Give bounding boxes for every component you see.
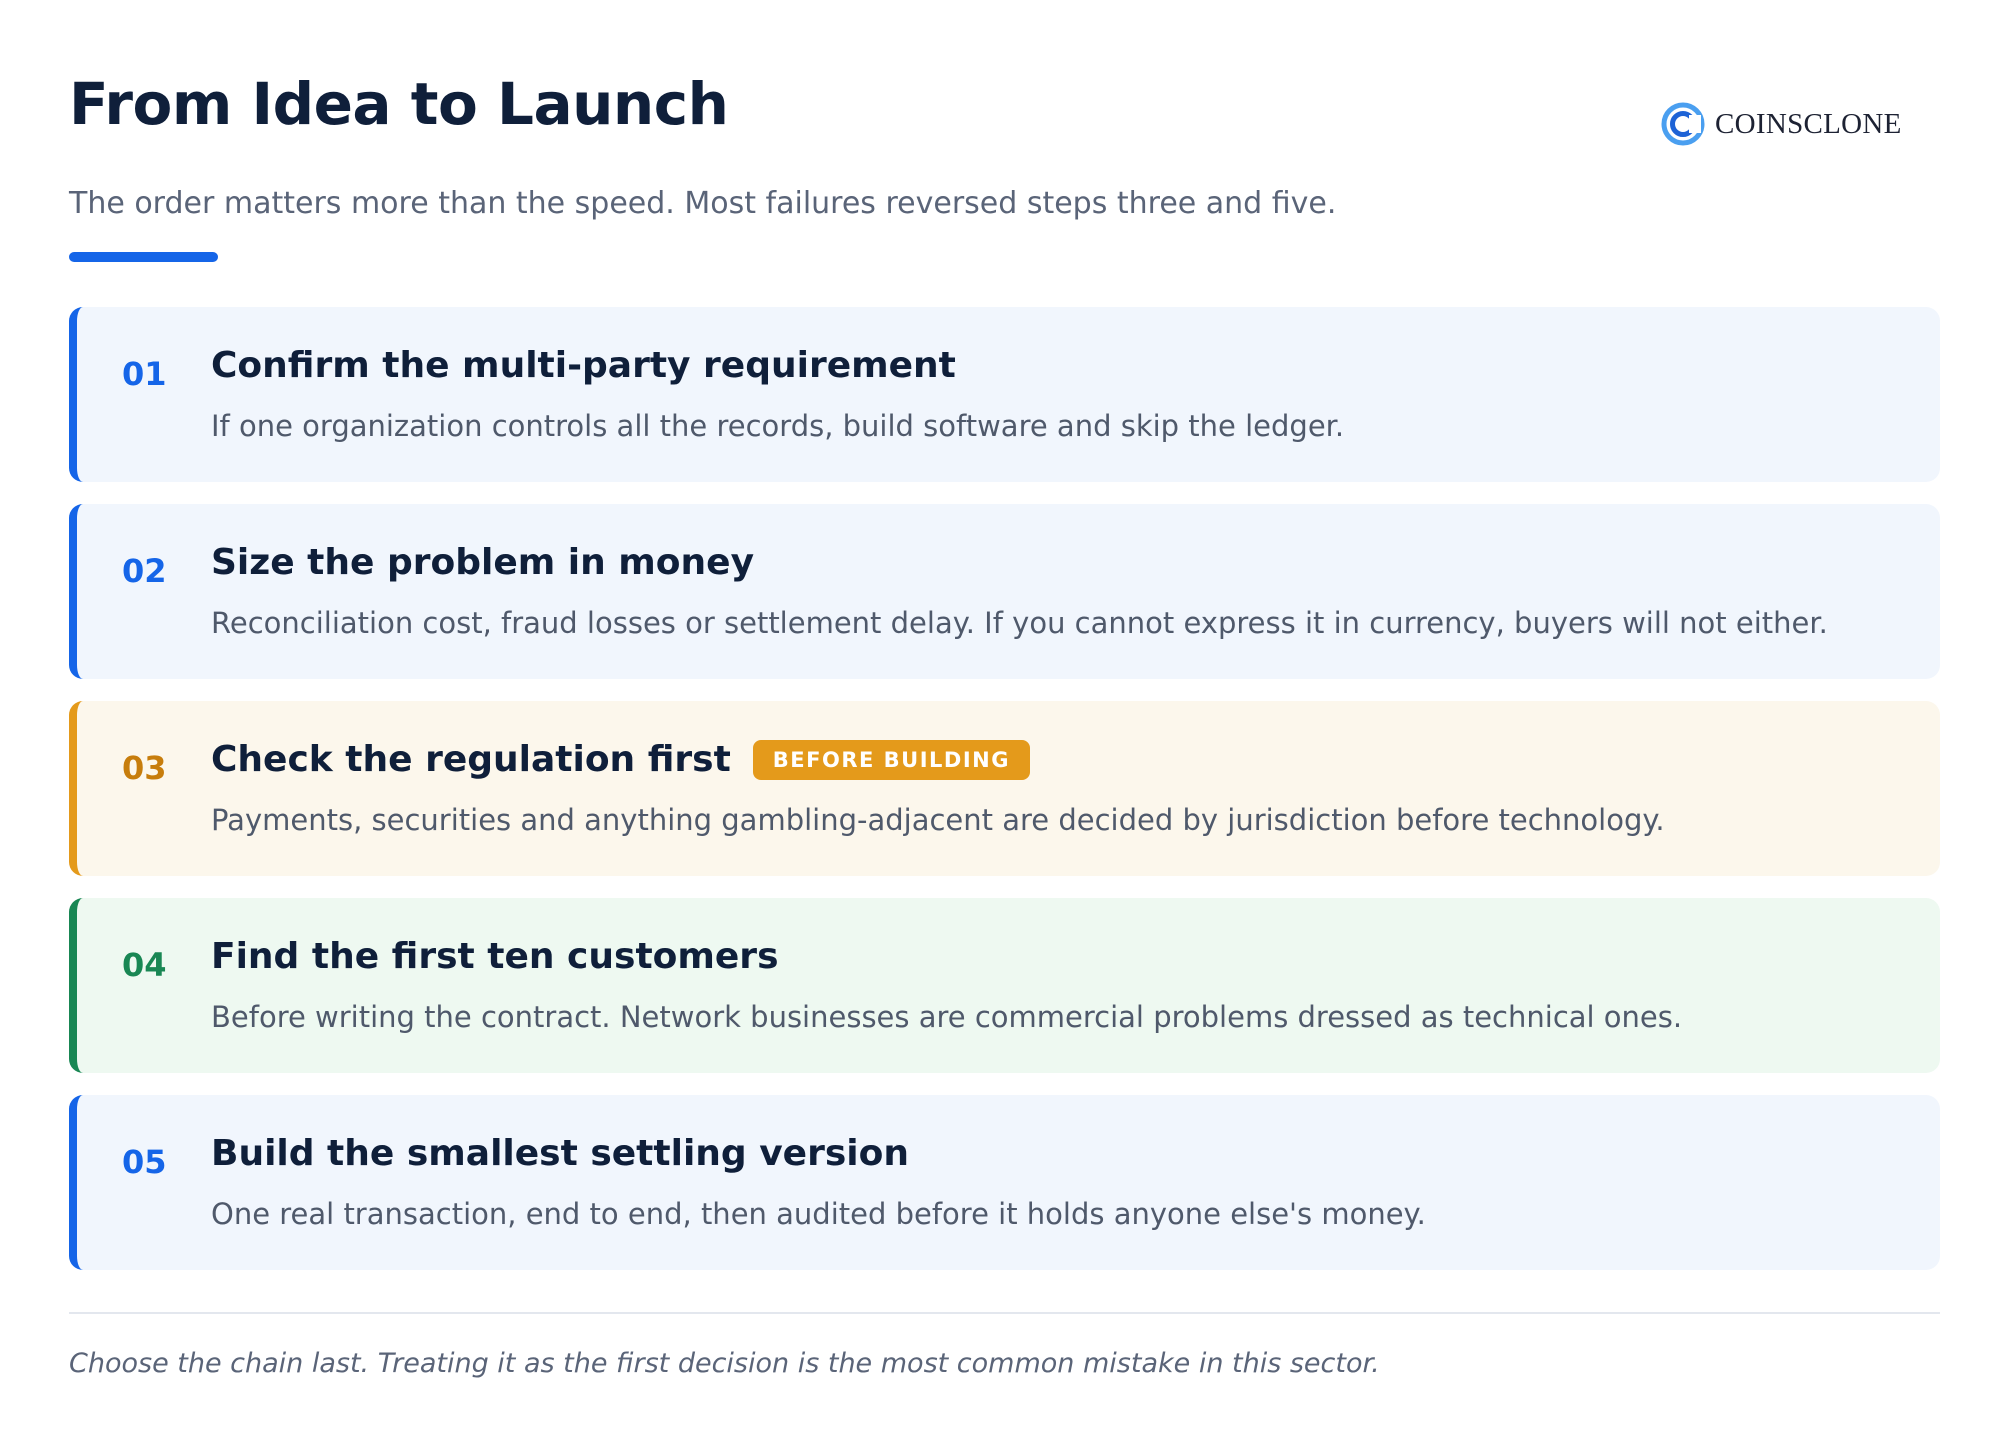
step-description: One real transaction, end to end, then a…: [211, 1197, 1426, 1231]
step-number: 01: [122, 355, 167, 393]
step-number: 02: [122, 552, 167, 590]
step-number: 05: [122, 1143, 167, 1181]
step-card-03: 03 Check the regulation first BEFORE BUI…: [69, 701, 1940, 876]
step-description: Payments, securities and anything gambli…: [211, 803, 1665, 837]
page-subtitle: The order matters more than the speed. M…: [69, 186, 1337, 221]
title-accent-bar: [69, 252, 218, 262]
brand-name: COINSCLONE: [1715, 107, 1902, 140]
header: From Idea to Launch COINSCLONE The order…: [69, 0, 1940, 270]
before-building-badge: BEFORE BUILDING: [752, 739, 1030, 780]
step-description: Reconciliation cost, fraud losses or set…: [211, 606, 1828, 640]
step-description: If one organization controls all the rec…: [211, 409, 1345, 443]
step-title: Size the problem in money: [211, 542, 755, 583]
brand-logo: COINSCLONE: [1659, 98, 1902, 150]
step-title-row: Confirm the multi-party requirement: [211, 345, 956, 386]
step-number: 03: [122, 749, 167, 787]
step-card-01: 01 Confirm the multi-party requirement I…: [69, 307, 1940, 482]
step-card-05: 05 Build the smallest settling version O…: [69, 1095, 1940, 1270]
step-title: Find the first ten customers: [211, 936, 779, 977]
coinsclone-logo-icon: [1661, 102, 1705, 146]
step-card-02: 02 Size the problem in money Reconciliat…: [69, 504, 1940, 679]
step-title-row: Build the smallest settling version: [211, 1133, 909, 1174]
step-number: 04: [122, 946, 167, 984]
page: From Idea to Launch COINSCLONE The order…: [69, 0, 1940, 1433]
footer-divider: [69, 1312, 1940, 1314]
step-title-row: Check the regulation first BEFORE BUILDI…: [211, 739, 1030, 780]
step-description: Before writing the contract. Network bus…: [211, 1000, 1683, 1034]
footer-note: Choose the chain last. Treating it as th…: [69, 1348, 1380, 1379]
step-title-row: Find the first ten customers: [211, 936, 779, 977]
step-title: Build the smallest settling version: [211, 1133, 909, 1174]
step-title: Confirm the multi-party requirement: [211, 345, 956, 386]
step-title: Check the regulation first: [211, 739, 731, 780]
page-title: From Idea to Launch: [69, 70, 729, 138]
step-card-04: 04 Find the first ten customers Before w…: [69, 898, 1940, 1073]
steps-list: 01 Confirm the multi-party requirement I…: [69, 307, 1940, 1292]
step-title-row: Size the problem in money: [211, 542, 754, 583]
